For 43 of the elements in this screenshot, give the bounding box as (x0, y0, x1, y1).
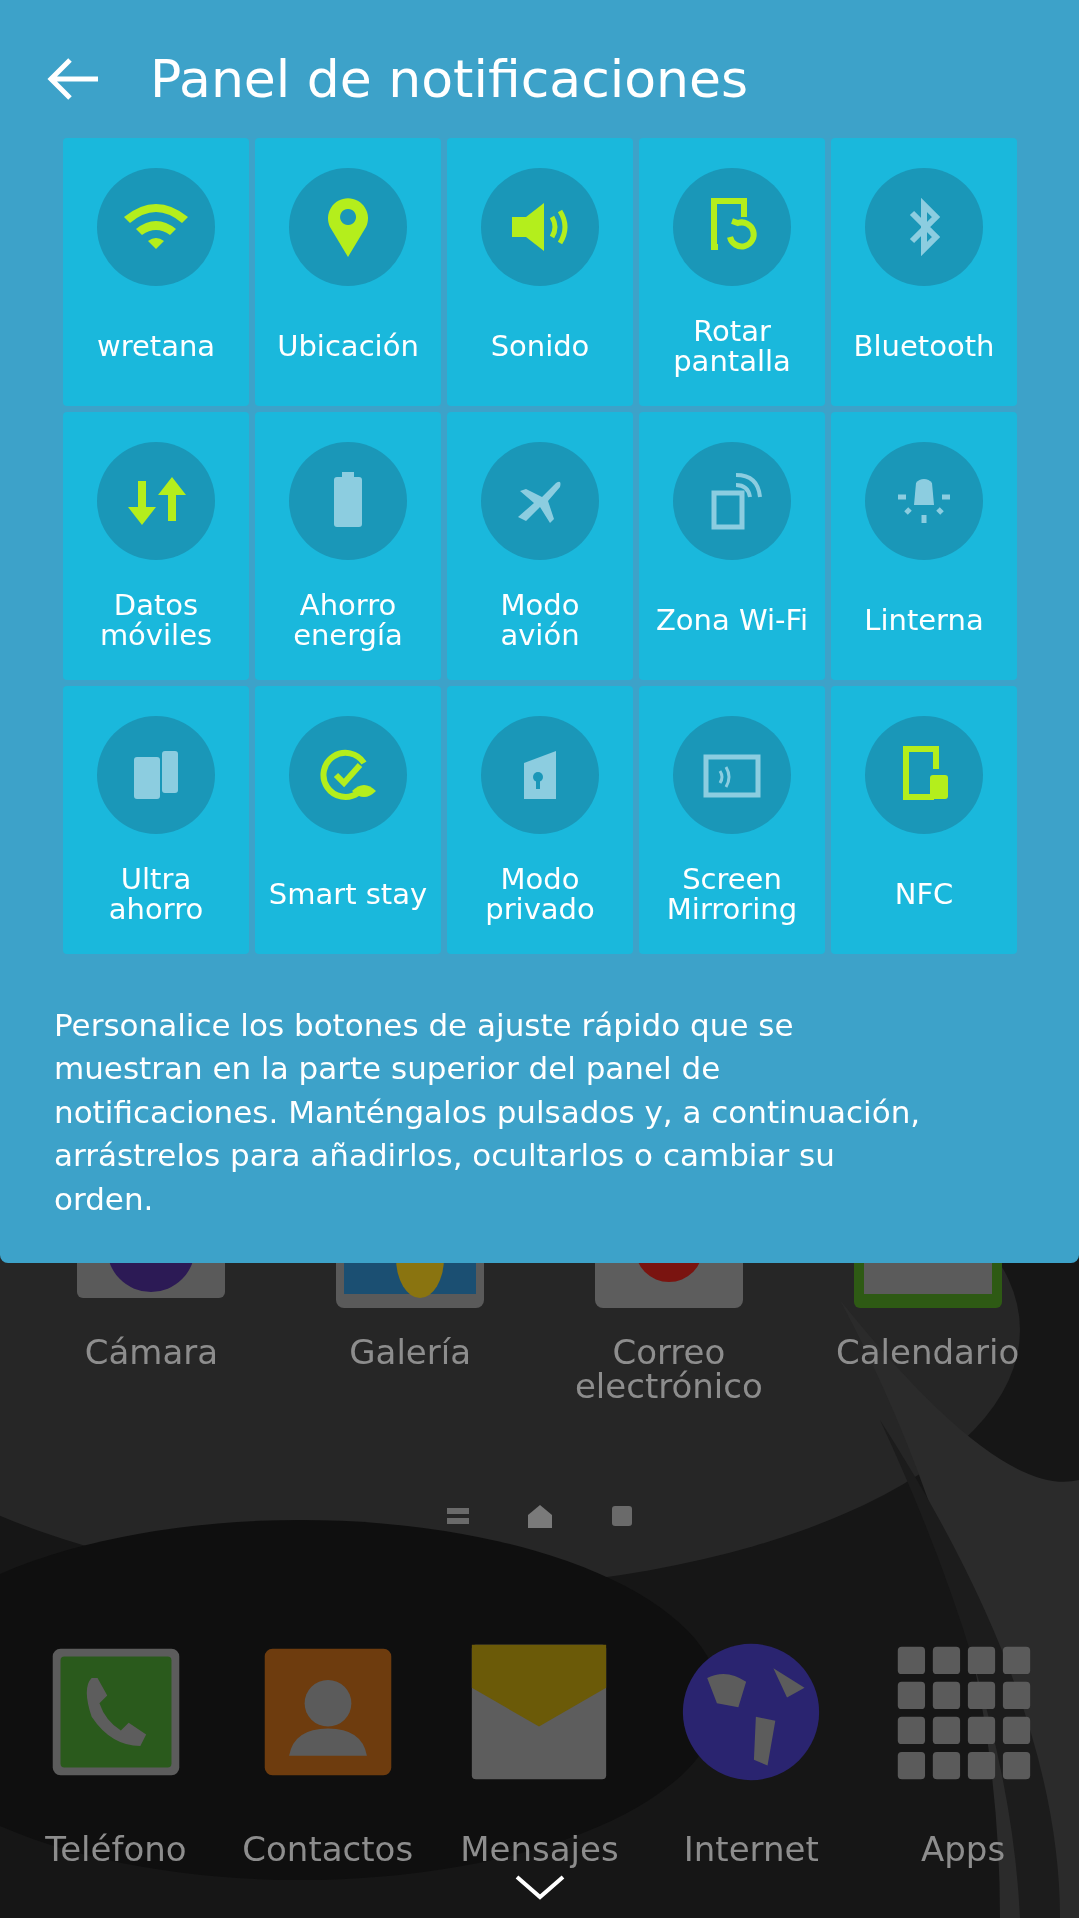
quick-setting-tile[interactable]: Datos móviles (63, 412, 249, 680)
quick-setting-tile[interactable]: Sonido (447, 138, 633, 406)
app-label: Calendario (836, 1334, 1020, 1369)
tile-label: NFC (893, 875, 955, 913)
quick-setting-tile[interactable]: Modo privado (447, 686, 633, 954)
quick-setting-tile[interactable]: Ahorro energía (255, 412, 441, 680)
app-label: Galería (349, 1334, 472, 1369)
tile-label: Linterna (863, 601, 985, 639)
panel-title: Panel de notificaciones (150, 49, 749, 109)
quick-setting-tile[interactable]: Rotar pantalla (639, 138, 825, 406)
tile-label: Ultra ahorro (107, 860, 205, 928)
description-text: Personalice los botones de ajuste rápido que se muestran en la parte superior del panel de notificaciones. Manténgalos pulsados y, a continuación, arrástrelos para añadirlos, ocultarlos o cambiar su orden. (54, 1006, 922, 1219)
quick-setting-tile[interactable]: Smart stay (255, 686, 441, 954)
tile-label: Smart stay (267, 875, 429, 913)
app-label: Correo electrónico (573, 1334, 764, 1403)
quick-setting-tile[interactable]: Bluetooth (831, 138, 1017, 406)
app-label: Contactos (242, 1828, 414, 1869)
quick-setting-tile[interactable]: Linterna (831, 412, 1017, 680)
quick-setting-tile[interactable]: Modo avión (447, 412, 633, 680)
quick-setting-tile[interactable]: Ultra ahorro (63, 686, 249, 954)
tile-label: Ubicación (276, 327, 420, 365)
tile-label: Sonido (489, 327, 591, 365)
tile-label: wretana (95, 327, 217, 365)
quick-setting-tile[interactable]: wretana (63, 138, 249, 406)
tile-label: Rotar pantalla (672, 312, 792, 380)
tile-label: Zona Wi-Fi (654, 601, 810, 639)
tile-label: Ahorro energía (292, 586, 404, 654)
quick-setting-tile[interactable]: Zona Wi-Fi (639, 412, 825, 680)
app-label: Apps (921, 1828, 1006, 1869)
tile-label: Screen Mirroring (665, 860, 799, 928)
quick-setting-tile[interactable]: NFC (831, 686, 1017, 954)
quick-setting-tile[interactable]: Ubicación (255, 138, 441, 406)
app-label: Teléfono (45, 1828, 187, 1869)
tile-label: Bluetooth (852, 327, 996, 365)
app-label: Internet (683, 1828, 819, 1869)
app-label: Cámara (84, 1334, 219, 1369)
quick-setting-tile[interactable]: Screen Mirroring (639, 686, 825, 954)
home-indicator-icon (526, 1502, 553, 1529)
app-label: Mensajes (460, 1828, 619, 1869)
tile-label: Datos móviles (98, 586, 214, 654)
back-arrow-icon[interactable] (46, 56, 100, 102)
tile-label: Modo privado (484, 860, 596, 928)
tile-label: Modo avión (499, 586, 581, 654)
